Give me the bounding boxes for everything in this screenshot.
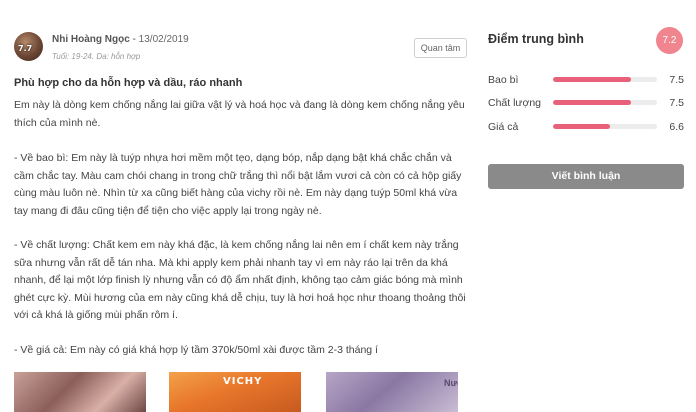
review-paragraph-packaging: - Về bao bì: Em này là tuýp nhựa hơi mềm… xyxy=(14,152,462,217)
rating-bar-fill xyxy=(553,77,631,82)
write-review-button[interactable]: Viết bình luận xyxy=(488,164,684,189)
avatar-score-badge: 7.7 xyxy=(18,44,33,53)
review-photo-thumbnail[interactable]: Nước xyxy=(326,372,458,412)
rating-bar-track xyxy=(553,100,657,105)
average-score-badge: 7.2 xyxy=(656,27,683,54)
rating-row-quality: Chất lượng 7.5 xyxy=(488,95,688,111)
review-title: Phù hợp cho da hỗn hợp và dầu, ráo nhanh xyxy=(14,77,243,89)
review-paragraph-intro: Em này là dòng kem chống nắng lai giữa v… xyxy=(14,99,465,129)
review-paragraph-price: - Về giá cả: Em này có giá khá hợp lý tầ… xyxy=(14,344,378,356)
follow-button[interactable]: Quan tâm xyxy=(414,38,467,58)
review-photo-thumbnail[interactable]: VICHY xyxy=(169,372,301,412)
avatar[interactable]: 7.7 xyxy=(14,32,43,61)
rating-label: Bao bì xyxy=(488,74,519,86)
review-paragraph-quality: - Về chất lượng: Chất kem em này khá đặc… xyxy=(14,239,466,321)
rating-bar-track xyxy=(553,124,657,129)
review-photo-thumbnail[interactable] xyxy=(14,372,146,412)
review-photo-strip: VICHY Nước xyxy=(14,372,474,412)
author-name[interactable]: Nhi Hoàng Ngọc xyxy=(52,34,130,45)
rating-value: 7.5 xyxy=(669,74,684,86)
rating-bar-fill xyxy=(553,100,631,105)
rating-bar-track xyxy=(553,77,657,82)
rating-row-price: Giá cả 6.6 xyxy=(488,119,688,135)
author-meta: Tuổi: 19-24. Da: hỗn hợp xyxy=(52,52,141,61)
product-label-text: Nước xyxy=(444,378,458,388)
review-panel: 7.7 Nhi Hoàng Ngọc - 13/02/2019 Tuổi: 19… xyxy=(0,0,478,412)
rating-label: Giá cả xyxy=(488,121,519,133)
review-author-line: Nhi Hoàng Ngọc - 13/02/2019 xyxy=(52,34,189,45)
review-date: 13/02/2019 xyxy=(138,34,189,45)
average-score-title: Điểm trung bình xyxy=(488,32,584,46)
rating-label: Chất lượng xyxy=(488,97,542,109)
rating-row-packaging: Bao bì 7.5 xyxy=(488,72,688,88)
date-separator: - xyxy=(129,34,139,45)
product-brand-text: VICHY xyxy=(223,376,263,387)
rating-value: 7.5 xyxy=(669,97,684,109)
rating-value: 6.6 xyxy=(669,121,684,133)
rating-bar-fill xyxy=(553,124,611,129)
rating-sidebar: Điểm trung bình 7.2 Bao bì 7.5 Chất lượn… xyxy=(478,0,696,412)
